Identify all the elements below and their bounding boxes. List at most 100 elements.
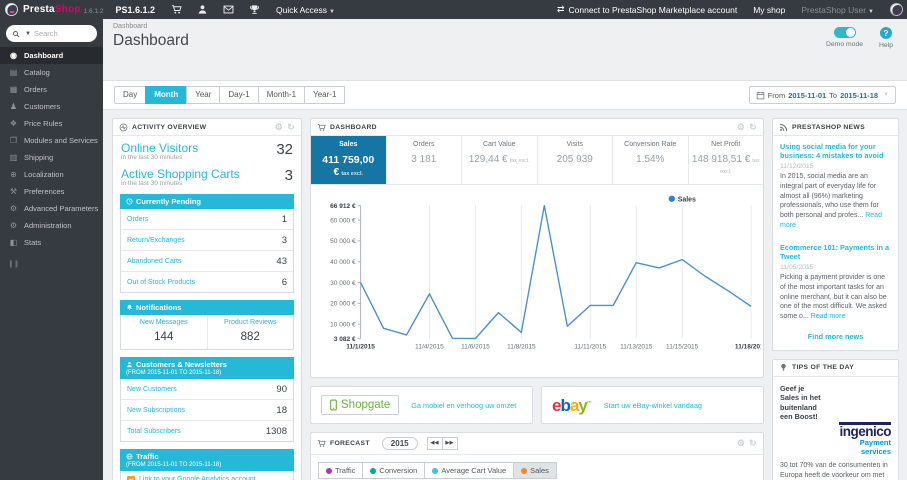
svg-text:30 000 €: 30 000 € <box>330 280 356 287</box>
forecast-year[interactable]: 2015 <box>381 437 418 450</box>
trophy-icon[interactable] <box>249 4 260 15</box>
sidebar-item-shipping[interactable]: ▥ Shipping <box>0 149 103 166</box>
sidebar-item-dashboard[interactable]: ◉ Dashboard <box>0 47 103 64</box>
kpi-tab-conversion-rate[interactable]: Conversion Rate 1.54% <box>612 136 688 184</box>
forecast-prev-button[interactable]: ◀◀ <box>426 437 443 450</box>
svg-text:40 000 €: 40 000 € <box>330 259 356 266</box>
my-shop-link[interactable]: My shop <box>753 5 785 15</box>
kpi-tab-visits[interactable]: Visits 205 939 <box>536 136 613 184</box>
range-button-month-1[interactable]: Month-1 <box>257 86 306 104</box>
svg-text:11/13/2015: 11/13/2015 <box>620 343 653 350</box>
sidebar-item-price-rules[interactable]: ❖ Price Rules <box>0 115 103 132</box>
online-visitors-link[interactable]: Online Visitors <box>121 141 198 155</box>
read-more-link[interactable]: Read more <box>811 313 846 320</box>
google-analytics-link[interactable]: Link to your Google Analytics account <box>120 471 294 480</box>
gear-icon[interactable]: ⚙ <box>737 439 745 448</box>
quick-access-menu[interactable]: Quick Access ▼ <box>276 5 335 15</box>
ebay-promo-link[interactable]: Start uw eBay-winkel vandaag <box>604 401 702 410</box>
help-icon[interactable]: ? <box>880 27 892 39</box>
cart-icon <box>317 440 326 447</box>
metric-link[interactable]: Abandoned Carts <box>127 258 181 265</box>
demo-mode-toggle[interactable] <box>833 27 856 38</box>
refresh-icon[interactable]: ↻ <box>287 122 295 132</box>
range-button-year[interactable]: Year <box>186 86 221 104</box>
range-button-year-1[interactable]: Year-1 <box>304 86 346 104</box>
sidebar-item-localization[interactable]: ⊕ Localization <box>0 166 103 183</box>
truck-icon: ▥ <box>9 153 18 162</box>
metric-link[interactable]: Return/Exchanges <box>127 237 185 244</box>
refresh-icon[interactable]: ↻ <box>749 439 757 448</box>
kpi-tab-net-profit[interactable]: Net Profit 148 918,51 € tax excl. <box>687 136 764 184</box>
metric-value: 1308 <box>265 425 287 437</box>
sidebar-item-catalog[interactable]: ▤ Catalog <box>0 64 103 81</box>
range-button-group: Day Month Year Day-1 Month-1 Year-1 <box>114 86 346 104</box>
kpi-tab-orders[interactable]: Orders 3 181 <box>385 136 462 184</box>
forecast-legend-traffic[interactable]: Traffic <box>318 462 364 479</box>
customer-icon[interactable] <box>197 4 208 15</box>
legend-dot <box>521 467 528 474</box>
active-carts-link[interactable]: Active Shopping Carts <box>121 167 240 181</box>
svg-text:Sales: Sales <box>678 196 696 203</box>
news-article-title[interactable]: Using social media for your business: 4 … <box>780 142 891 160</box>
collapse-sidebar-button[interactable]: ▍▍ <box>10 261 103 268</box>
breadcrumb[interactable]: Dashboard <box>103 19 907 30</box>
range-button-day-1[interactable]: Day-1 <box>219 86 259 104</box>
user-avatar[interactable] <box>890 3 903 16</box>
sidebar-item-advanced-parameters[interactable]: ⚙ Advanced Parameters <box>0 200 103 217</box>
range-button-day[interactable]: Day <box>114 86 147 104</box>
sidebar-item-administration[interactable]: ⚙ Administration <box>0 217 103 234</box>
prestashop-logo <box>5 3 18 16</box>
kpi-value: 205 939 <box>556 154 593 165</box>
user-menu[interactable]: PrestaShop User ▼ <box>801 5 874 15</box>
tips-panel: TIPS OF THE DAY Geef je Sales in het bui… <box>772 358 899 480</box>
search-input[interactable] <box>33 29 86 38</box>
forecast-legend-sales[interactable]: Sales <box>513 462 557 479</box>
ingenico-logo[interactable]: ingenico Payment services <box>815 421 891 456</box>
sidebar-item-label: Modules and Services <box>24 136 98 145</box>
metric-link[interactable]: New Customers <box>127 386 177 393</box>
ingenico-logo-subtext: Payment services <box>859 438 891 456</box>
sidebar-item-modules-and-services[interactable]: ❒ Modules and Services <box>0 132 103 149</box>
notification-link[interactable]: New Messages <box>123 319 205 326</box>
forecast-legend-conversion[interactable]: Conversion <box>362 462 426 479</box>
shopgate-promo-link[interactable]: Ga mobiel en verhoog uw omzet <box>411 401 516 410</box>
forecast-legend-average-cart-value[interactable]: Average Cart Value <box>424 462 515 479</box>
metric-link[interactable]: Orders <box>127 216 148 223</box>
sidebar-search[interactable]: ▼ <box>6 25 97 42</box>
range-button-month[interactable]: Month <box>145 86 188 104</box>
gear-icon[interactable]: ⚙ <box>275 122 283 132</box>
sidebar-item-customers[interactable]: ♟ Customers <box>0 98 103 115</box>
kpi-tab-cart-value[interactable]: Cart Value 129,44 € tax excl. <box>461 136 537 184</box>
notification-value: 144 <box>154 331 174 343</box>
find-more-news-link[interactable]: Find more news <box>773 329 898 350</box>
phone-icon <box>330 399 337 411</box>
metric-value: 6 <box>281 276 287 288</box>
date-range-picker[interactable]: From 2015-11-01 To 2015-11-18 ▼ <box>748 86 896 104</box>
metric-link[interactable]: New Subscriptions <box>127 407 185 414</box>
metric-link[interactable]: Out of Stock Products <box>127 279 195 286</box>
gear-icon[interactable]: ⚙ <box>737 122 745 132</box>
read-more-link[interactable]: Read more <box>780 212 882 229</box>
ebay-letter: y <box>578 395 588 415</box>
notification-link[interactable]: Product Reviews <box>210 319 292 326</box>
metric-row-abandoned-carts: Abandoned Carts 43 <box>121 251 293 272</box>
sidebar-item-preferences[interactable]: ⚒ Preferences <box>0 183 103 200</box>
kpi-tabs: Sales 411 759,00 € tax excl. Orders 3 181 Car… <box>311 136 763 185</box>
metric-row-out-of-stock-products: Out of Stock Products 6 <box>121 272 293 292</box>
clock-icon <box>126 198 133 205</box>
marketplace-link[interactable]: ⇄ Connect to PrestaShop Marketplace accou… <box>557 4 737 15</box>
active-carts-metric: Active Shopping Carts 3 in the last 30 m… <box>113 162 301 188</box>
sales-chart[interactable]: 66 912 € 60 000 € 50 000 € 40 000 € 30 000 €… <box>313 189 761 375</box>
kpi-label: Net Profit <box>711 141 741 148</box>
sidebar-item-orders[interactable]: ▦ Orders <box>0 81 103 98</box>
refresh-icon[interactable]: ↻ <box>749 122 757 132</box>
cart-icon[interactable] <box>171 4 182 15</box>
sidebar-item-stats[interactable]: ◧ Stats <box>0 234 103 251</box>
forecast-next-button[interactable]: ▶▶ <box>441 437 458 450</box>
news-article-title[interactable]: Ecommerce 101: Payments in a Tweet <box>780 243 891 261</box>
metric-link[interactable]: Total Subscribers <box>127 428 181 435</box>
kpi-tab-sales[interactable]: Sales 411 759,00 € tax excl. <box>311 136 386 184</box>
news-article-date: 11/12/2015 <box>780 163 814 171</box>
messages-icon[interactable] <box>223 4 234 15</box>
metric-value: 90 <box>276 383 287 395</box>
